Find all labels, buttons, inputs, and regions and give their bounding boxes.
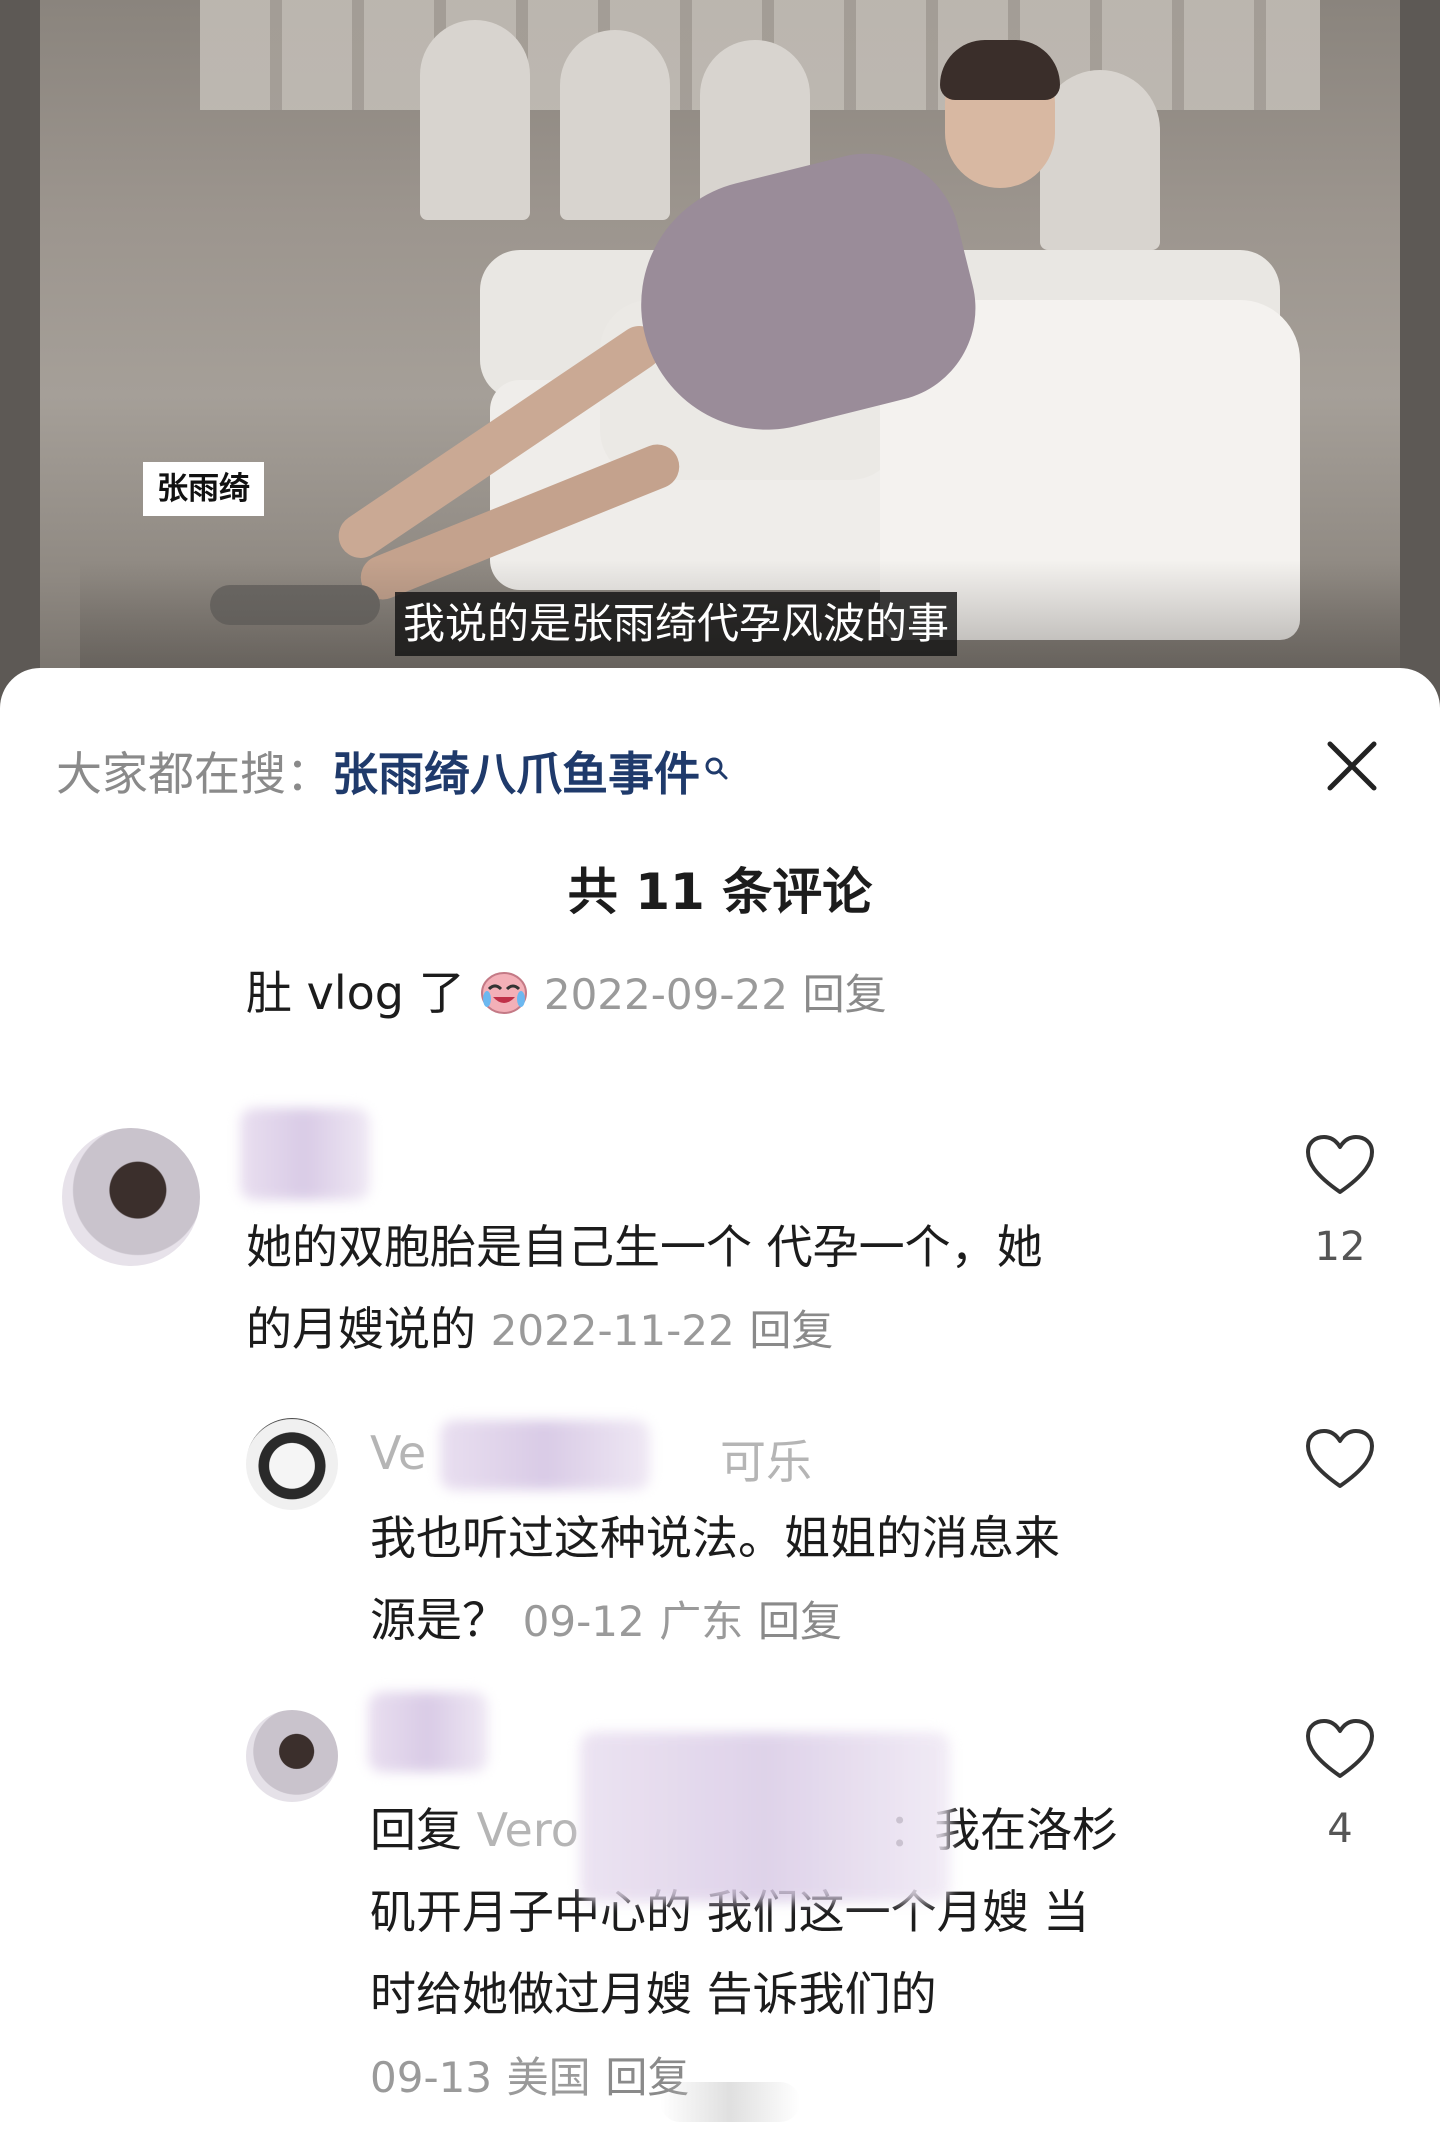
like-heart-icon[interactable] (1304, 1718, 1376, 1782)
reply-button[interactable]: 回复 (749, 1306, 833, 1355)
comment-body: 她的双胞胎是自己生一个 代孕一个，她 的月嫂说的 2022-11-22 回复 (246, 1206, 1043, 1372)
username-redacted (368, 1692, 488, 1772)
comment-line: 我也听过这种说法。姐姐的消息来 (370, 1511, 1060, 1565)
comment-date: 09-13 (370, 2053, 493, 2102)
reply-to-username[interactable]: Vero (477, 1803, 579, 1857)
comment-fragment: 肚 vlog 了 2022-09-22 回复 (246, 952, 887, 1036)
video-name-tag: 张雨绮 (143, 462, 264, 516)
comment-count: 共 11 条评论 (567, 863, 873, 921)
search-suggestion-prefix: 大家都在搜： (56, 747, 332, 801)
comment-line: 的月嫂说的 2022-11-22 回复 (246, 1288, 1043, 1372)
comment-username[interactable]: Ve (370, 1426, 426, 1480)
watermark (660, 2082, 800, 2122)
crying-laugh-emoji-icon (479, 958, 529, 1014)
video-letterbox-left (0, 0, 40, 720)
like-heart-icon[interactable] (1304, 1428, 1376, 1492)
search-icon[interactable] (704, 739, 730, 780)
reply-button[interactable]: 回复 (803, 970, 887, 1019)
video-letterbox-right (1400, 0, 1440, 720)
dining-chair (1040, 70, 1160, 250)
comment-line: 她的双胞胎是自己生一个 代孕一个，她 (246, 1220, 1043, 1274)
avatar[interactable] (246, 1418, 338, 1510)
comment-line-text: 的月嫂说的 (246, 1302, 476, 1356)
comment-location: 美国 (506, 2053, 591, 2102)
comment-date: 09-12 (522, 1597, 645, 1646)
video-player[interactable]: 张雨绮 我说的是张雨绮代孕风波的事 (0, 0, 1440, 720)
comment-line: 时给她做过月嫂 告诉我们的 (370, 1967, 937, 2021)
like-count: 4 (1327, 1806, 1353, 1852)
username-start: Ve (370, 1426, 427, 1480)
person-hair (940, 40, 1060, 100)
avatar[interactable] (246, 1710, 338, 1802)
dining-chair (560, 30, 670, 220)
avatar[interactable] (62, 1128, 200, 1266)
username-redacted (440, 1420, 650, 1490)
search-suggestion[interactable]: 大家都在搜： 张雨绮八爪鱼事件 (56, 736, 730, 806)
comment-body: 我也听过这种说法。姐姐的消息来 源是？ 09-12 广东 回复 (370, 1497, 1060, 1663)
comment-line: 源是？ 09-12 广东 回复 (370, 1579, 1060, 1663)
reply-to-username-redacted (580, 1732, 950, 1902)
reply-button[interactable]: 回复 (758, 1597, 842, 1646)
like-heart-icon[interactable] (1304, 1134, 1376, 1198)
comment-location: 广东 (659, 1597, 744, 1646)
comment-line-text: 源是？ (370, 1593, 508, 1647)
comment-date: 2022-11-22 (490, 1306, 735, 1355)
video-subtitle: 我说的是张雨绮代孕风波的事 (395, 592, 958, 656)
like-count: 12 (1314, 1224, 1366, 1270)
comment-date: 2022-09-22 (543, 970, 788, 1019)
dining-chair (420, 20, 530, 220)
search-suggestion-term[interactable]: 张雨绮八爪鱼事件 (332, 738, 700, 804)
reply-prefix: 回复 (370, 1803, 462, 1857)
close-icon[interactable] (1320, 734, 1384, 798)
comment-username-end: 可乐 (720, 1435, 812, 1489)
comment-fragment-text: 肚 vlog 了 (246, 966, 465, 1020)
username-redacted (240, 1108, 370, 1200)
